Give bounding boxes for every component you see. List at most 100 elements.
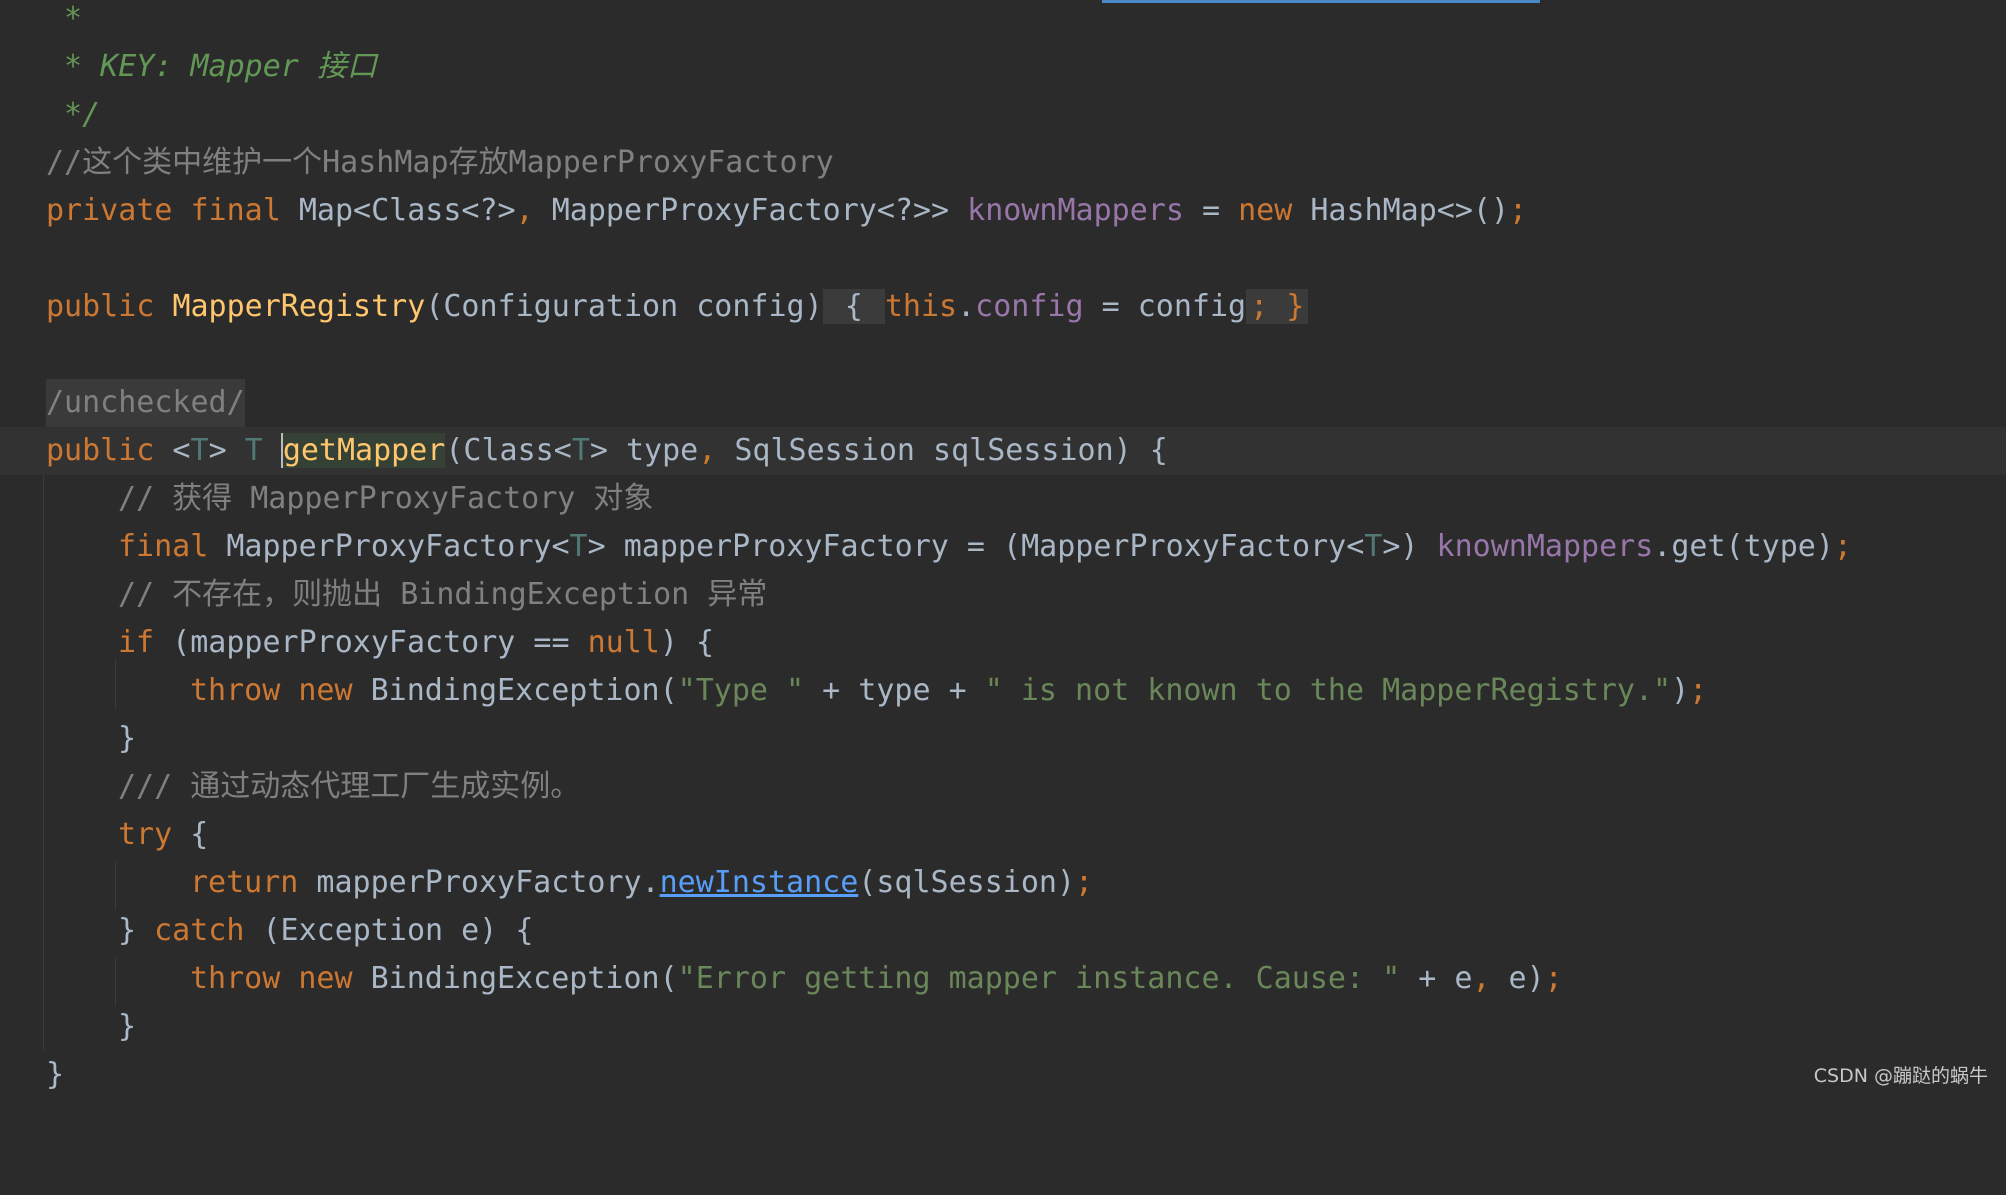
keyword: final — [190, 193, 281, 228]
code-line-1[interactable]: * — [0, 0, 2006, 43]
field-name[interactable]: knownMappers — [967, 193, 1184, 228]
code-line-11[interactable]: // 获得 MapperProxyFactory 对象 — [0, 475, 2006, 523]
code-text: throw new BindingException("Type " + typ… — [190, 667, 1707, 715]
code-token: (mapperProxyFactory == — [154, 625, 588, 660]
keyword: new — [1238, 193, 1293, 228]
folded-region-close[interactable]: ; } — [1246, 289, 1309, 324]
annotation-hint[interactable]: /unchecked/ — [46, 379, 245, 427]
code-line-15[interactable]: throw new BindingException("Type " + typ… — [0, 667, 2006, 715]
code-editor[interactable]: * * KEY: Mapper 接口 */ //这个类中维护一个HashMap存… — [0, 0, 2006, 1094]
code-token: ) — [1671, 673, 1690, 708]
string-literal: "Type " — [677, 673, 805, 708]
string-literal: "Error getting mapper instance. Cause: " — [677, 961, 1401, 996]
code-token: (Exception e) { — [244, 913, 534, 948]
keyword: public — [46, 289, 155, 324]
code-line-3[interactable]: */ — [0, 91, 2006, 139]
doc-comment: * — [46, 1, 83, 36]
code-line-14[interactable]: if (mapperProxyFactory == null) { — [0, 619, 2006, 667]
code-token: + type + — [804, 673, 985, 708]
code-token: SqlSession sqlSession) { — [716, 433, 1168, 468]
method-name[interactable]: etMapper — [300, 433, 446, 468]
punctuation: ; — [1075, 865, 1094, 900]
code-token: } — [118, 913, 155, 948]
punctuation: ; — [1544, 961, 1563, 996]
type-parameter: T — [244, 433, 263, 468]
code-line-7[interactable]: public MapperRegistry(Configuration conf… — [0, 283, 2006, 331]
method-link[interactable]: newInstance — [660, 865, 859, 900]
code-token: { — [172, 817, 209, 852]
code-token: > — [208, 433, 245, 468]
code-token: MapperProxyFactory< — [208, 529, 570, 564]
code-line-9[interactable]: /unchecked/ — [0, 379, 2006, 427]
code-token: mapperProxyFactory. — [298, 865, 660, 900]
line-comment: /// 通过动态代理工厂生成实例。 — [118, 769, 581, 804]
string-literal: " is not known to the MapperRegistry." — [984, 673, 1672, 708]
code-text: return mapperProxyFactory.newInstance(sq… — [190, 859, 1093, 907]
code-line-21[interactable]: throw new BindingException("Error gettin… — [0, 955, 2006, 1003]
line-comment: // 获得 MapperProxyFactory 对象 — [118, 481, 654, 516]
code-line-2[interactable]: * KEY: Mapper 接口 — [0, 43, 2006, 91]
keyword: return — [190, 865, 299, 900]
code-token: BindingException( — [352, 961, 678, 996]
keyword: final — [118, 529, 209, 564]
code-token: ) { — [659, 625, 715, 660]
line-comment: // 不存在，则抛出 BindingException 异常 — [118, 577, 768, 612]
code-text: if (mapperProxyFactory == null) { — [118, 619, 714, 667]
keyword: new — [298, 961, 353, 996]
code-line-12[interactable]: final MapperProxyFactory<T> mapperProxyF… — [0, 523, 2006, 571]
code-line-16[interactable]: } — [0, 715, 2006, 763]
keyword: new — [298, 673, 353, 708]
keyword: throw — [190, 961, 281, 996]
code-line-13[interactable]: // 不存在，则抛出 BindingException 异常 — [0, 571, 2006, 619]
keyword: catch — [154, 913, 245, 948]
method-name[interactable]: MapperRegistry — [172, 289, 425, 324]
code-line-23[interactable]: } — [0, 1051, 2006, 1099]
keyword: throw — [190, 673, 281, 708]
folded-region-open[interactable]: { — [822, 289, 885, 324]
code-token: = — [1183, 193, 1239, 228]
text-caret: g — [280, 433, 301, 468]
doc-comment: */ — [46, 97, 101, 132]
punctuation: , — [698, 433, 717, 468]
code-line-20[interactable]: } catch (Exception e) { — [0, 907, 2006, 955]
code-token: > type — [589, 433, 699, 468]
code-text: public <T> T getMapper(Class<T> type, Sq… — [46, 427, 1168, 475]
code-line-10-current[interactable]: public <T> T getMapper(Class<T> type, Sq… — [0, 427, 2006, 475]
type-parameter: T — [571, 433, 590, 468]
keyword: private — [46, 193, 173, 228]
punctuation: , — [515, 193, 534, 228]
code-line-4[interactable]: //这个类中维护一个HashMap存放MapperProxyFactory — [0, 139, 2006, 187]
code-text: try { — [118, 811, 208, 859]
code-token: . — [957, 289, 976, 324]
code-token: HashMap<>() — [1292, 193, 1510, 228]
closing-brace: } — [46, 1057, 65, 1092]
code-line-5[interactable]: private final Map<Class<?>, MapperProxyF… — [0, 187, 2006, 235]
code-token: MapperProxyFactory<?>> — [533, 193, 968, 228]
code-token: BindingException( — [352, 673, 678, 708]
type-parameter: T — [190, 433, 209, 468]
doc-comment: * KEY: Mapper 接口 — [46, 49, 377, 84]
type-parameter: T — [1364, 529, 1383, 564]
type-parameter: T — [569, 529, 588, 564]
code-token: >) — [1382, 529, 1437, 564]
field-name[interactable]: knownMappers — [1437, 529, 1654, 564]
field-name[interactable]: config — [975, 289, 1083, 324]
code-line-22[interactable]: } — [0, 1003, 2006, 1051]
code-token: .get(type) — [1653, 529, 1834, 564]
code-line-19[interactable]: return mapperProxyFactory.newInstance(sq… — [0, 859, 2006, 907]
code-token: > mapperProxyFactory = (MapperProxyFacto… — [587, 529, 1365, 564]
line-comment: //这个类中维护一个HashMap存放MapperProxyFactory — [46, 145, 834, 180]
code-line-18[interactable]: try { — [0, 811, 2006, 859]
code-token: (Class< — [445, 433, 572, 468]
keyword: if — [118, 625, 155, 660]
watermark: CSDN @蹦跶的蜗牛 — [1813, 1065, 1988, 1087]
code-text: final MapperProxyFactory<T> mapperProxyF… — [118, 523, 1852, 571]
code-line-17[interactable]: /// 通过动态代理工厂生成实例。 — [0, 763, 2006, 811]
keyword: try — [118, 817, 173, 852]
punctuation: ; — [1509, 193, 1528, 228]
code-text: public MapperRegistry(Configuration conf… — [46, 283, 1309, 331]
